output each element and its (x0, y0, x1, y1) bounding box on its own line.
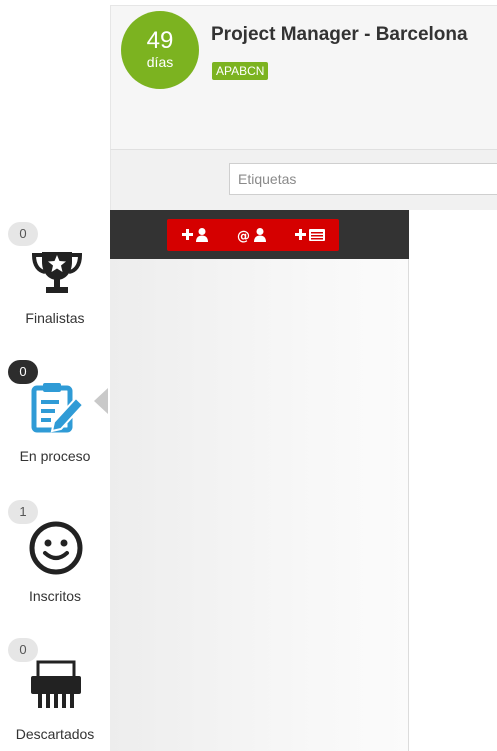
job-tag[interactable]: APABCN (212, 62, 269, 80)
candidate-column (110, 259, 409, 751)
stage-label: Inscritos (28, 588, 82, 604)
at-user-icon: @ (237, 228, 266, 243)
stage-label: Descartados (15, 726, 95, 742)
stage-label: En proceso (19, 448, 91, 464)
days-open-badge: 49 días (121, 11, 199, 89)
tags-input[interactable] (229, 163, 497, 195)
stage-en-proceso[interactable]: 0 En proceso (0, 360, 110, 470)
email-candidate-button[interactable]: @ (224, 219, 281, 251)
plus-card-icon (294, 229, 325, 241)
job-title[interactable]: Project Manager - Barcelona (211, 24, 468, 46)
add-form-button[interactable] (281, 219, 338, 251)
shredder-icon (28, 656, 86, 714)
svg-text:@: @ (237, 229, 250, 243)
board-area (409, 210, 497, 751)
trophy-icon (28, 240, 86, 298)
column-actions: @ (167, 219, 339, 251)
stage-finalistas[interactable]: 0 Finalistas (0, 222, 110, 332)
plus-user-icon (181, 228, 208, 242)
add-candidate-button[interactable] (167, 219, 224, 251)
days-label: días (146, 54, 174, 70)
edit-document-icon (28, 378, 86, 436)
days-number: 49 (146, 27, 174, 54)
stage-label: Finalistas (25, 310, 85, 326)
smiley-icon (28, 518, 86, 576)
active-stage-pointer (94, 388, 108, 414)
stage-inscritos[interactable]: 1 Inscritos (0, 500, 110, 610)
pipeline-sidebar: 0 Finalistas 0 En proceso 1 Inscritos 0 … (0, 0, 110, 751)
stage-descartados[interactable]: 0 Descartados (0, 638, 110, 748)
